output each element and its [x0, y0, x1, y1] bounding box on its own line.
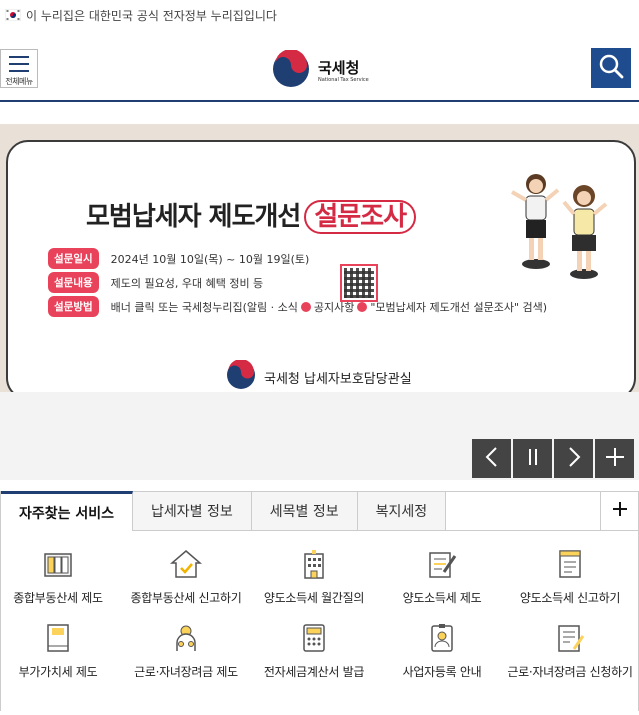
taegeuk-logo-icon: [272, 49, 310, 92]
info-method-text-c: "모범납세자 제도개선 설문조사" 검색): [370, 300, 548, 314]
tab-frequent-services[interactable]: 자주찾는 서비스: [1, 491, 134, 531]
banner-title: 모범납세자 제도개선 설문조사: [86, 196, 417, 234]
pause-icon: [524, 446, 542, 472]
info-date-text: 2024년 10월 10일(목) ~ 10월 19일(토): [110, 252, 310, 266]
plus-icon: [604, 446, 626, 472]
plus-icon: [611, 500, 629, 522]
nts-logo[interactable]: 국세청 National Tax Service: [272, 49, 369, 92]
survey-banner-card: 모범납세자 제도개선 설문조사 설문일시 2024년 10월 10일(목) ~ 1…: [6, 140, 636, 392]
banner-info-content: 설문내용 제도의 필요성, 우대 혜택 정비 등: [48, 272, 263, 293]
service-item[interactable]: 부가가치세 제도: [0, 620, 121, 679]
hamburger-icon: [9, 56, 29, 77]
tag-content: 설문내용: [48, 272, 99, 293]
logo-korean-name: 국세청: [318, 58, 360, 77]
info-method-text-a: 배너 클릭 또는 국세청누리집(알림 · 소식: [110, 300, 298, 314]
site-header: 전체메뉴 국세청 National Tax Service: [0, 30, 639, 102]
banner-info-method: 설문방법 배너 클릭 또는 국세청누리집(알림 · 소식 공지사항 "모범납세자…: [48, 296, 547, 317]
gov-banner-text: 이 누리집은 대한민국 공식 전자정부 누리집입니다: [26, 8, 277, 23]
search-button[interactable]: [591, 48, 631, 88]
service-item[interactable]: 종합부동산세 신고하기: [123, 546, 249, 605]
carousel-controls: [472, 439, 634, 478]
tab-taxpayer-info[interactable]: 납세자별 정보: [133, 492, 252, 530]
service-label: 양도소득세 월간질의: [263, 591, 365, 605]
document-pen-icon: [424, 546, 460, 582]
carousel-next-button[interactable]: [554, 439, 593, 478]
service-label: 종합부동산세 제도: [13, 591, 103, 605]
arrow-right-icon: [300, 301, 311, 312]
gov-banner: 이 누리집은 대한민국 공식 전자정부 누리집입니다: [0, 0, 639, 30]
people-illustration: [506, 164, 616, 284]
service-label: 근로·자녀장려금 제도: [134, 665, 238, 679]
service-label: 부가가치세 제도: [18, 665, 98, 679]
banner-footer: 국세청 납세자보호담당관실: [226, 359, 412, 392]
building-icon: [40, 546, 76, 582]
banner-title-main: 모범납세자 제도개선: [86, 202, 301, 232]
korea-flag-icon: [4, 8, 22, 22]
carousel-pause-button[interactable]: [513, 439, 552, 478]
info-content-text: 제도의 필요성, 우대 혜택 정비 등: [110, 276, 264, 290]
taegeuk-small-icon: [226, 359, 256, 392]
tag-date: 설문일시: [48, 248, 99, 269]
book-icon: [40, 620, 76, 656]
service-label: 양도소득세 신고하기: [519, 591, 621, 605]
calculator-icon: [296, 620, 332, 656]
tab-list: 자주찾는 서비스 납세자별 정보 세목별 정보 복지세정: [1, 491, 638, 531]
application-icon: [552, 620, 588, 656]
service-label: 양도소득세 제도: [402, 591, 482, 605]
house-check-icon: [168, 546, 204, 582]
all-menu-button[interactable]: 전체메뉴: [0, 49, 38, 88]
service-tabs-panel: 자주찾는 서비스 납세자별 정보 세목별 정보 복지세정 종합부동산세 제도 종…: [0, 491, 639, 711]
service-item[interactable]: 양도소득세 신고하기: [507, 546, 633, 605]
banner-title-highlight: 설문조사: [304, 200, 417, 234]
service-label: 전자세금계산서 발급: [263, 665, 365, 679]
search-icon: [598, 53, 624, 83]
service-item[interactable]: 양도소득세 월간질의: [251, 546, 377, 605]
service-item[interactable]: 양도소득세 제도: [379, 546, 505, 605]
service-label: 근로·자녀장려금 신청하기: [507, 665, 633, 679]
carousel-more-button[interactable]: [595, 439, 634, 478]
qr-code-icon: [340, 264, 378, 302]
all-menu-label: 전체메뉴: [5, 77, 33, 86]
report-icon: [552, 546, 588, 582]
service-item[interactable]: 사업자등록 안내: [379, 620, 505, 679]
service-item[interactable]: 전자세금계산서 발급: [251, 620, 377, 679]
service-item[interactable]: 근로·자녀장려금 제도: [123, 620, 249, 679]
service-label: 사업자등록 안내: [402, 665, 482, 679]
tab-tax-item-info[interactable]: 세목별 정보: [251, 492, 358, 530]
service-item[interactable]: 근로·자녀장려금 신청하기: [507, 620, 633, 679]
family-icon: [168, 620, 204, 656]
banner-footer-text: 국세청 납세자보호담당관실: [264, 371, 412, 387]
chevron-right-icon: [565, 446, 583, 472]
service-item[interactable]: 종합부동산세 제도: [0, 546, 121, 605]
tab-welfare-tax[interactable]: 복지세정: [357, 492, 447, 530]
id-card-icon: [424, 620, 460, 656]
service-label: 종합부동산세 신고하기: [130, 591, 242, 605]
office-building-icon: [296, 546, 332, 582]
arrow-right-icon: [357, 301, 368, 312]
carousel-prev-button[interactable]: [472, 439, 511, 478]
tag-method: 설문방법: [48, 296, 99, 317]
logo-english-name: National Tax Service: [318, 76, 369, 83]
chevron-left-icon: [483, 446, 501, 472]
tab-more-button[interactable]: [600, 492, 638, 530]
banner-info-date: 설문일시 2024년 10월 10일(목) ~ 10월 19일(토): [48, 248, 309, 269]
hero-banner[interactable]: 모범납세자 제도개선 설문조사 설문일시 2024년 10월 10일(목) ~ 1…: [0, 124, 639, 392]
